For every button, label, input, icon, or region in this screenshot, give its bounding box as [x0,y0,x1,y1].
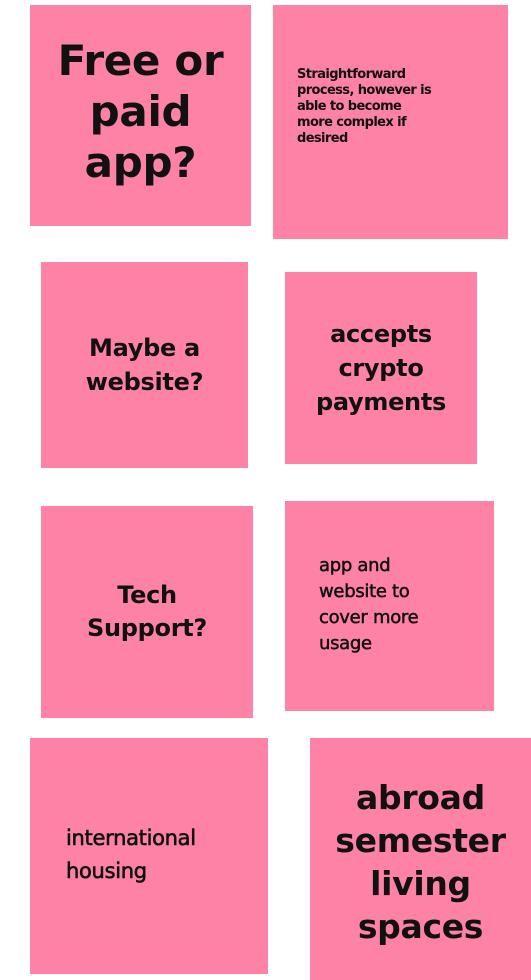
sticky-note-maybe-a-website: Maybe a website? [41,262,248,468]
sticky-note-straightforward-process: Straightforward process, however is able… [273,5,508,239]
sticky-note-text: abroad semester living spaces [335,778,506,946]
sticky-note-text: international housing [66,826,197,884]
sticky-note-text: Free or paid app? [57,36,224,187]
sticky-note-abroad-semester-living-spaces: abroad semester living spaces [310,738,531,980]
sticky-note-text: Tech Support? [86,581,208,642]
sticky-note-app-and-website: app and website to cover more usage [285,501,494,711]
sticky-note-accepts-crypto-payments: accepts crypto payments [285,272,477,464]
sticky-note-text: accepts crypto payments [315,320,446,416]
sticky-note-international-housing: international housing [30,738,268,974]
sticky-note-text: Maybe a website? [85,334,204,396]
sticky-note-text: app and website to cover more usage [319,555,419,655]
sticky-note-tech-support: Tech Support? [41,506,253,718]
sticky-note-text: Straightforward process, however is able… [297,67,432,146]
sticky-note-free-or-paid-app: Free or paid app? [30,5,251,226]
